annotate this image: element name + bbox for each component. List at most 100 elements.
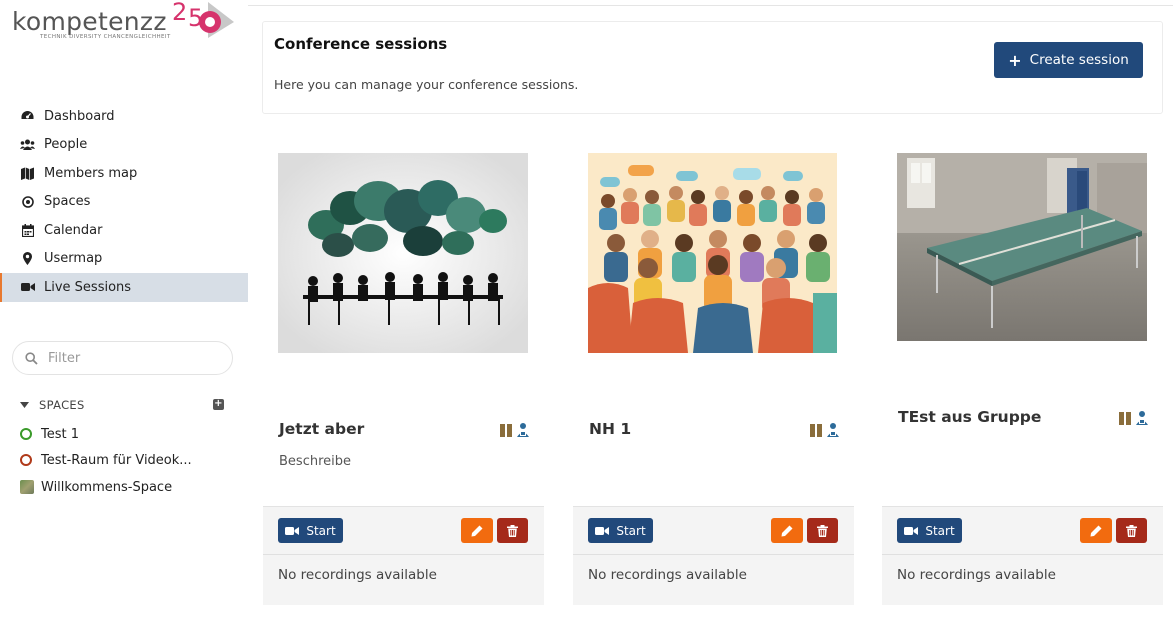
nav-item-calendar[interactable]: Calendar	[0, 216, 248, 245]
main-content: Conference sessions Here you can manage …	[248, 0, 1173, 633]
space-label: Test 1	[41, 426, 80, 442]
recordings-status: No recordings available	[897, 567, 1056, 583]
divider	[248, 5, 1173, 6]
space-thumbnail	[20, 480, 34, 494]
pencil-icon	[781, 525, 793, 536]
logo-badge-icon: 2 5	[172, 0, 234, 38]
chevron-down-icon	[20, 402, 29, 408]
session-card: NH 1 Start No recordings available	[573, 150, 854, 605]
divider	[263, 554, 544, 555]
nav-item-live-sessions[interactable]: Live Sessions	[0, 273, 248, 302]
video-camera-icon	[904, 526, 919, 536]
space-label: Test-Raum für Videok...	[41, 452, 192, 468]
trash-icon	[817, 524, 828, 537]
space-label: Willkommens-Space	[41, 479, 173, 495]
create-session-button[interactable]: + Create session	[994, 42, 1143, 78]
logo-text: kompetenzz	[12, 7, 167, 36]
recordings-status: No recordings available	[278, 567, 437, 583]
nav-label: Dashboard	[44, 108, 115, 124]
spaces-heading[interactable]: SPACES +	[20, 396, 230, 414]
session-footer: Start No recordings available	[263, 506, 544, 605]
nav-label: People	[44, 137, 88, 153]
delete-session-button[interactable]	[807, 518, 838, 543]
video-camera-icon	[20, 280, 35, 294]
sidebar: kompetenzz TECHNIK DIVERSITY CHANCENGLEI…	[0, 0, 248, 633]
session-footer: Start No recordings available	[573, 506, 854, 605]
target-icon	[20, 195, 35, 209]
nav-item-dashboard[interactable]: Dashboard	[0, 102, 248, 131]
pause-icon	[500, 423, 512, 437]
search-icon	[25, 351, 38, 365]
pause-icon	[1119, 411, 1131, 425]
session-card: TEst aus Gruppe Start No recordings avai…	[882, 150, 1163, 605]
nav-label: Usermap	[44, 251, 103, 267]
map-icon	[20, 166, 35, 180]
map-marker-icon	[20, 252, 35, 266]
plus-icon: +	[1008, 50, 1022, 70]
nav-label: Members map	[44, 165, 138, 181]
filter-input[interactable]: Filter	[12, 341, 233, 375]
nav-item-people[interactable]: People	[0, 131, 248, 160]
pencil-icon	[1090, 525, 1102, 536]
start-label: Start	[306, 523, 336, 538]
space-item-test-raum[interactable]: Test-Raum für Videok...	[20, 450, 192, 470]
edit-session-button[interactable]	[461, 518, 493, 543]
user-lock-icon	[517, 423, 529, 437]
nav-label: Live Sessions	[44, 279, 132, 295]
video-camera-icon	[595, 526, 610, 536]
nav-item-spaces[interactable]: Spaces	[0, 188, 248, 217]
page-description: Here you can manage your conference sess…	[274, 77, 579, 92]
delete-session-button[interactable]	[497, 518, 528, 543]
start-session-button[interactable]: Start	[588, 518, 653, 543]
create-session-label: Create session	[1029, 52, 1129, 68]
session-title: NH 1	[589, 420, 632, 438]
calendar-icon	[20, 223, 35, 237]
user-lock-icon	[827, 423, 839, 437]
session-title: TEst aus Gruppe	[898, 408, 1042, 426]
nav-label: Calendar	[44, 222, 103, 238]
start-session-button[interactable]: Start	[278, 518, 343, 543]
edit-session-button[interactable]	[1080, 518, 1112, 543]
recordings-status: No recordings available	[588, 567, 747, 583]
pause-icon	[810, 423, 822, 437]
session-image	[278, 153, 528, 353]
user-lock-icon	[1136, 411, 1148, 425]
main-nav: Dashboard People Members map Spaces Cale…	[0, 102, 248, 302]
session-image	[897, 153, 1147, 341]
start-label: Start	[616, 523, 646, 538]
header-panel: Conference sessions Here you can manage …	[262, 21, 1163, 114]
space-status-icon	[20, 428, 32, 440]
session-badges	[1119, 410, 1149, 426]
session-image	[588, 153, 837, 353]
edit-session-button[interactable]	[771, 518, 803, 543]
session-card: Jetzt aber Beschreibe Start No recording…	[263, 150, 544, 605]
nav-label: Spaces	[44, 194, 91, 210]
people-icon	[20, 138, 35, 152]
video-camera-icon	[285, 526, 300, 536]
add-space-icon[interactable]: +	[213, 399, 224, 410]
trash-icon	[507, 524, 518, 537]
space-status-icon	[20, 454, 32, 466]
logo[interactable]: kompetenzz TECHNIK DIVERSITY CHANCENGLEI…	[12, 0, 242, 48]
logo-tagline: TECHNIK DIVERSITY CHANCENGLEICHHEIT	[40, 34, 171, 40]
svg-text:5: 5	[188, 4, 203, 32]
spaces-heading-label: SPACES	[39, 398, 85, 412]
nav-item-usermap[interactable]: Usermap	[0, 245, 248, 274]
page-title: Conference sessions	[274, 35, 448, 53]
space-item-willkommens[interactable]: Willkommens-Space	[20, 477, 172, 497]
start-session-button[interactable]: Start	[897, 518, 962, 543]
pencil-icon	[471, 525, 483, 536]
delete-session-button[interactable]	[1116, 518, 1147, 543]
svg-text:2: 2	[172, 0, 187, 26]
session-description: Beschreibe	[279, 454, 351, 469]
space-item-test-1[interactable]: Test 1	[20, 424, 79, 444]
divider	[882, 554, 1163, 555]
dashboard-icon	[20, 109, 35, 123]
session-badges	[810, 422, 840, 438]
nav-item-members-map[interactable]: Members map	[0, 159, 248, 188]
divider	[573, 554, 854, 555]
trash-icon	[1126, 524, 1137, 537]
start-label: Start	[925, 523, 955, 538]
filter-placeholder: Filter	[48, 350, 81, 366]
session-title: Jetzt aber	[279, 420, 365, 438]
